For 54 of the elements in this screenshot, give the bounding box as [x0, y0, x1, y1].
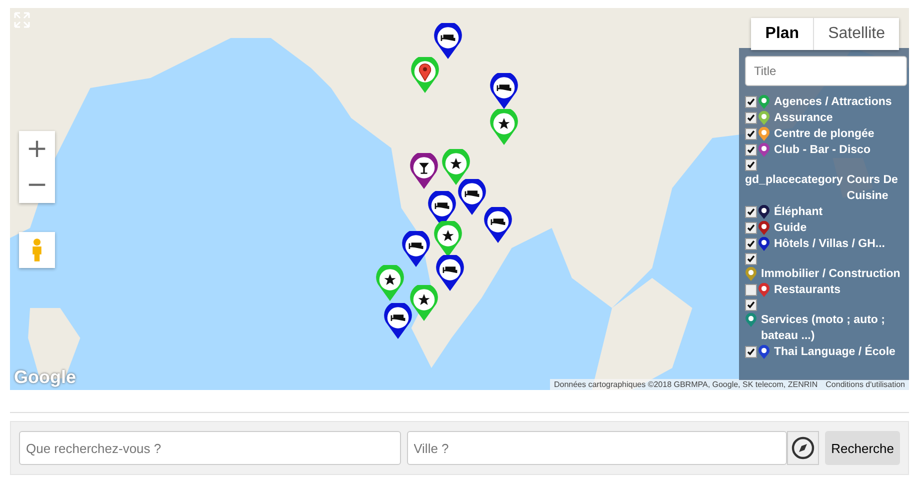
- zoom-out-button[interactable]: −: [19, 167, 55, 203]
- map-marker[interactable]: [410, 285, 438, 321]
- map-marker[interactable]: [442, 149, 470, 185]
- zoom-in-button[interactable]: +: [19, 131, 55, 167]
- category-label[interactable]: Agences / Attractions: [774, 96, 892, 108]
- category-checkbox[interactable]: [745, 252, 757, 265]
- map-marker[interactable]: [490, 73, 518, 109]
- search-field[interactable]: Que recherchez-vous ?: [19, 431, 401, 465]
- map-type-tab[interactable]: Satellite: [814, 18, 899, 50]
- category-label[interactable]: Services (moto ; auto ; bateau ...): [761, 312, 905, 344]
- map-marker[interactable]: [376, 265, 404, 301]
- map[interactable]: [10, 8, 909, 390]
- map-marker[interactable]: [434, 23, 462, 59]
- category-checkbox[interactable]: [745, 158, 757, 171]
- person-icon: [30, 237, 44, 263]
- category-checkbox[interactable]: [745, 238, 757, 250]
- category-label[interactable]: Thai Language / École: [774, 346, 896, 358]
- terms-link[interactable]: Conditions d'utilisation: [826, 380, 905, 389]
- map-marker[interactable]: [484, 207, 512, 243]
- category-checkbox[interactable]: [745, 112, 757, 124]
- category-label[interactable]: Hôtels / Villas / GH...: [774, 238, 885, 250]
- map-marker[interactable]: [402, 231, 430, 267]
- category-checkbox[interactable]: [745, 96, 757, 108]
- category-label[interactable]: Éléphant: [774, 206, 823, 218]
- compass-icon: [791, 436, 816, 460]
- category-checkbox[interactable]: [745, 128, 757, 140]
- category-label[interactable]: Immobilier / Construction: [761, 266, 905, 282]
- category-checkbox[interactable]: [745, 346, 757, 358]
- map-marker[interactable]: [436, 255, 464, 291]
- category-label[interactable]: Cours De Cuisine: [846, 172, 905, 204]
- category-checkbox[interactable]: [745, 298, 757, 311]
- category-label[interactable]: Club - Bar - Disco: [774, 144, 870, 156]
- category-checkbox[interactable]: [745, 284, 757, 296]
- category-label[interactable]: Centre de plongée: [774, 128, 874, 140]
- category-label[interactable]: Guide: [774, 222, 807, 234]
- category-checkbox[interactable]: [745, 206, 757, 218]
- google-logo: Google: [14, 367, 76, 388]
- title-filter-field[interactable]: Title: [745, 56, 907, 86]
- map-type-tab[interactable]: Plan: [751, 18, 814, 50]
- map-marker[interactable]: [434, 221, 462, 257]
- category-checkbox[interactable]: [745, 222, 757, 234]
- map-marker[interactable]: [384, 303, 412, 339]
- search-button[interactable]: Recherche: [825, 431, 900, 465]
- map-marker[interactable]: [490, 109, 518, 145]
- map-marker[interactable]: [458, 179, 486, 215]
- category-checkbox[interactable]: [745, 144, 757, 156]
- broken-image-icon: gd_placecategory: [745, 172, 843, 188]
- map-marker[interactable]: [410, 153, 438, 189]
- category-label[interactable]: Assurance: [774, 112, 833, 124]
- locate-button[interactable]: [787, 431, 820, 465]
- map-attribution: Données cartographiques ©2018 GBRMPA, Google, SK telecom, ZENRIN: [554, 380, 818, 389]
- location-pin-icon[interactable]: [411, 57, 439, 93]
- city-field[interactable]: Ville ?: [406, 431, 788, 465]
- category-label[interactable]: Restaurants: [774, 284, 840, 296]
